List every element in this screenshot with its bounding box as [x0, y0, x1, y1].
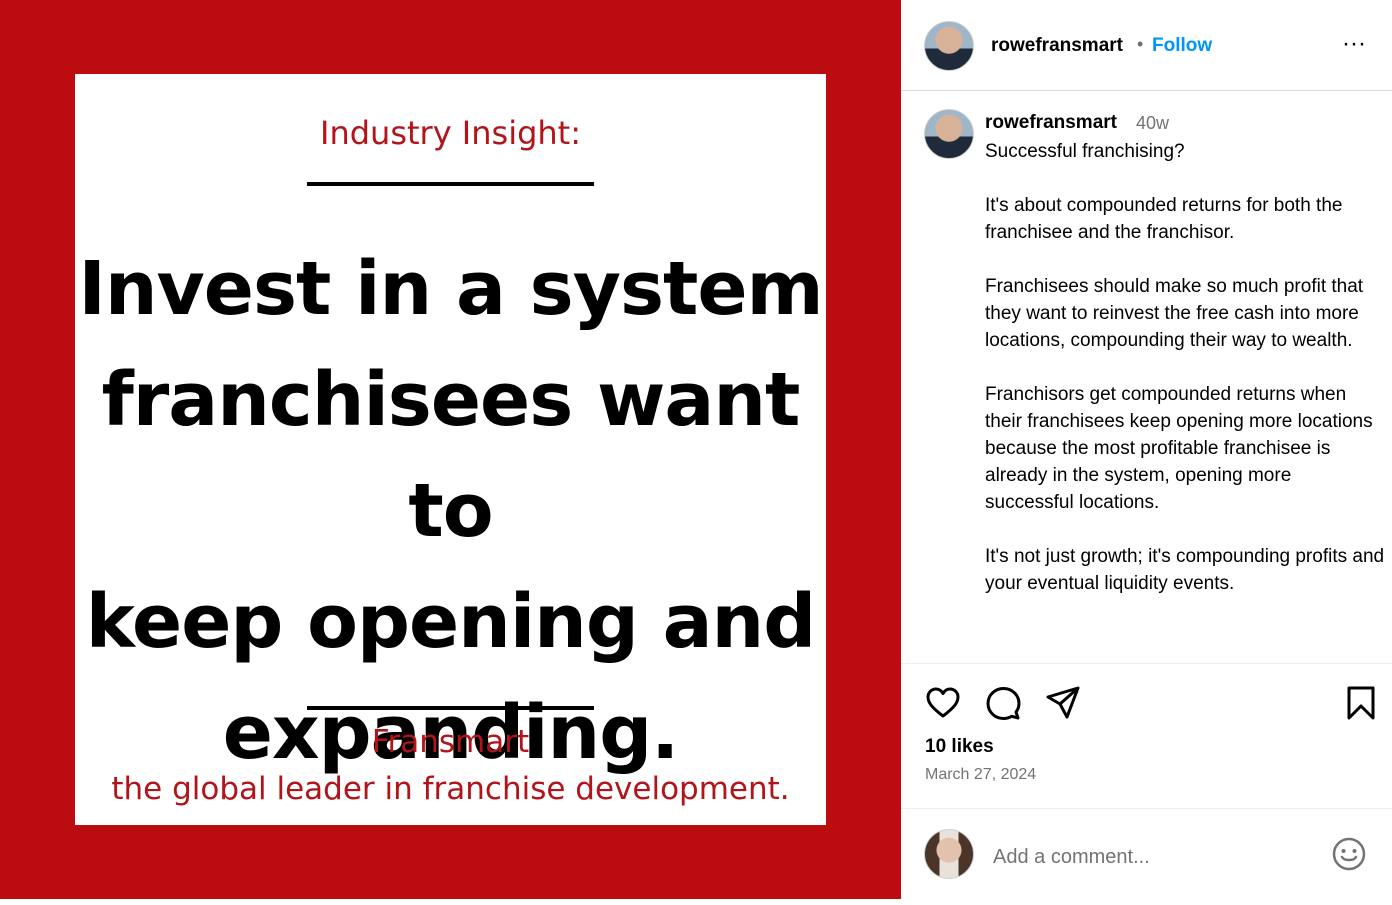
caption-author-avatar[interactable] [924, 109, 974, 159]
caption-timestamp[interactable]: 40w [1136, 113, 1169, 134]
headline-line: franchisees want to [101, 357, 801, 554]
comment-icon[interactable] [983, 683, 1023, 723]
author-avatar[interactable] [924, 21, 974, 71]
actions-divider [901, 663, 1392, 664]
more-horizontal-icon[interactable]: ··· [1341, 32, 1367, 56]
comment-divider [901, 808, 1392, 809]
top-divider [307, 182, 594, 186]
caption-text: Successful franchising? It's about compo… [985, 141, 1385, 594]
post-date[interactable]: March 27, 2024 [925, 766, 1036, 784]
bottom-divider [307, 706, 594, 710]
follow-button[interactable]: Follow [1152, 35, 1212, 57]
post-header: rowefransmart • Follow ··· [901, 0, 1392, 91]
share-icon[interactable] [1043, 683, 1083, 723]
heart-icon[interactable] [923, 683, 963, 723]
comment-input[interactable] [991, 838, 1315, 876]
author-username[interactable]: rowefransmart [991, 35, 1123, 57]
current-user-avatar [924, 829, 974, 879]
caption-username[interactable]: rowefransmart [985, 112, 1117, 134]
header-separator: • [1137, 34, 1144, 54]
card-kicker: Industry Insight: [320, 114, 581, 152]
post-side-panel: rowefransmart • Follow ··· rowefransmart… [901, 0, 1392, 905]
emoji-icon[interactable] [1331, 836, 1367, 872]
bookmark-icon[interactable] [1341, 683, 1381, 723]
headline-line: keep opening and [85, 579, 816, 665]
card-tagline: the global leader in franchise developme… [111, 771, 790, 807]
insight-card: Industry Insight: Invest in a system fra… [75, 74, 826, 825]
headline-line: Invest in a system [78, 246, 823, 332]
likes-count[interactable]: 10 likes [925, 736, 994, 758]
post-image[interactable]: Industry Insight: Invest in a system fra… [0, 0, 901, 899]
card-brand: Fransmart [371, 724, 530, 760]
